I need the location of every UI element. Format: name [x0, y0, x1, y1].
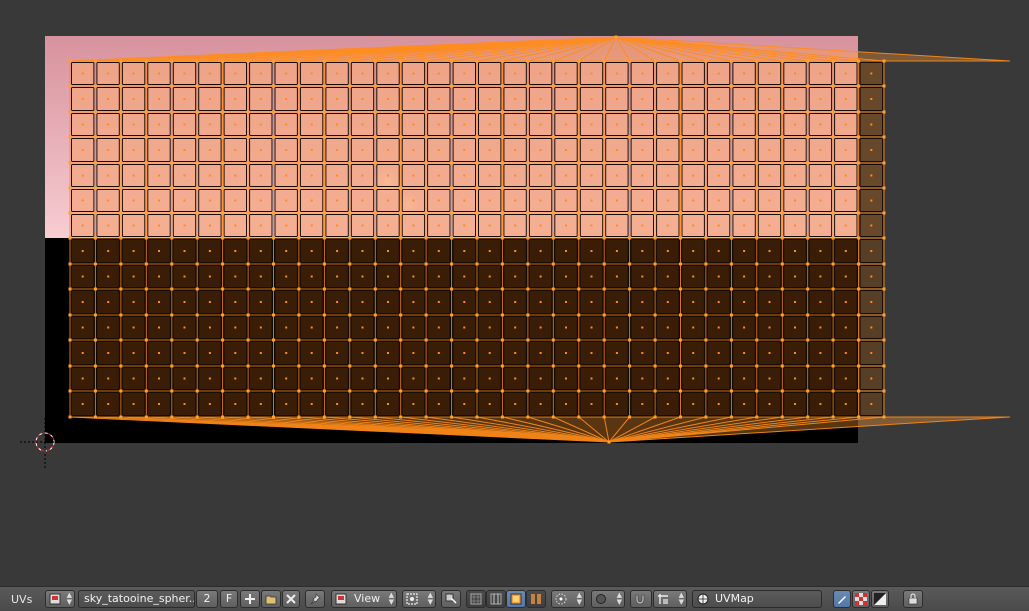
- snap-target-icon: [658, 594, 668, 604]
- fake-user-button[interactable]: F: [220, 590, 238, 608]
- sticky-icon: [555, 593, 567, 605]
- uv-editor-header: UVs ▲ ▼ sky_tatooine_spher... 2 F View ▲…: [0, 586, 1029, 611]
- uv-sync-icon: [445, 593, 457, 604]
- island-select-icon: [531, 594, 541, 604]
- alpha-toggle-button[interactable]: [871, 590, 889, 608]
- edge-select-button[interactable]: [486, 590, 506, 608]
- pin-icon: [310, 593, 321, 605]
- edge-select-icon: [490, 593, 502, 605]
- face-select-icon: [510, 593, 522, 605]
- snap-element-dropdown[interactable]: ▲ ▼: [653, 590, 687, 608]
- image-editor-icon: [49, 593, 61, 605]
- pivot-icon: [406, 593, 418, 605]
- vertex-select-icon: [470, 593, 482, 605]
- alpha-icon: [874, 593, 886, 605]
- lock-toggle-button[interactable]: [903, 590, 923, 608]
- checker-toggle-button[interactable]: [852, 590, 870, 608]
- uv-map-icon: [697, 593, 709, 605]
- pin-button[interactable]: [305, 590, 325, 608]
- image-icon: [335, 593, 347, 605]
- uv-mesh[interactable]: [68, 35, 1011, 444]
- x-icon: [286, 594, 296, 604]
- image-users-count[interactable]: 2: [196, 590, 218, 608]
- uv-map-field[interactable]: UVMap: [692, 590, 822, 608]
- sticky-selection-dropdown[interactable]: ▲ ▼: [551, 590, 585, 608]
- new-image-button[interactable]: [240, 590, 260, 608]
- island-select-button[interactable]: [526, 590, 546, 608]
- proportional-editing-dropdown[interactable]: ▲ ▼: [591, 590, 625, 608]
- snap-toggle-button[interactable]: [630, 590, 652, 608]
- uv-canvas[interactable]: [0, 0, 1029, 586]
- view-menu[interactable]: View ▲ ▼: [331, 590, 397, 608]
- proportional-icon: [596, 594, 606, 604]
- folder-icon: [265, 595, 277, 605]
- uv-editor-viewport[interactable]: [0, 0, 1029, 586]
- face-select-button[interactable]: [506, 590, 526, 608]
- checker-icon: [855, 593, 867, 605]
- lock-icon: [908, 593, 918, 605]
- vertex-select-button[interactable]: [466, 590, 486, 608]
- paint-icon: [838, 596, 846, 604]
- editor-header-label: UVs: [11, 593, 33, 606]
- magnet-icon: [635, 594, 645, 605]
- editor-type-button[interactable]: ▲ ▼: [45, 590, 75, 608]
- uv-sync-selection-button[interactable]: [441, 590, 461, 608]
- unlink-image-button[interactable]: [282, 590, 300, 608]
- plus-icon: [245, 594, 255, 604]
- paint-toggle-button[interactable]: [833, 590, 851, 608]
- open-image-button[interactable]: [261, 590, 281, 608]
- image-name-field[interactable]: sky_tatooine_spher...: [78, 590, 195, 608]
- pivot-point-dropdown[interactable]: ▲ ▼: [402, 590, 436, 608]
